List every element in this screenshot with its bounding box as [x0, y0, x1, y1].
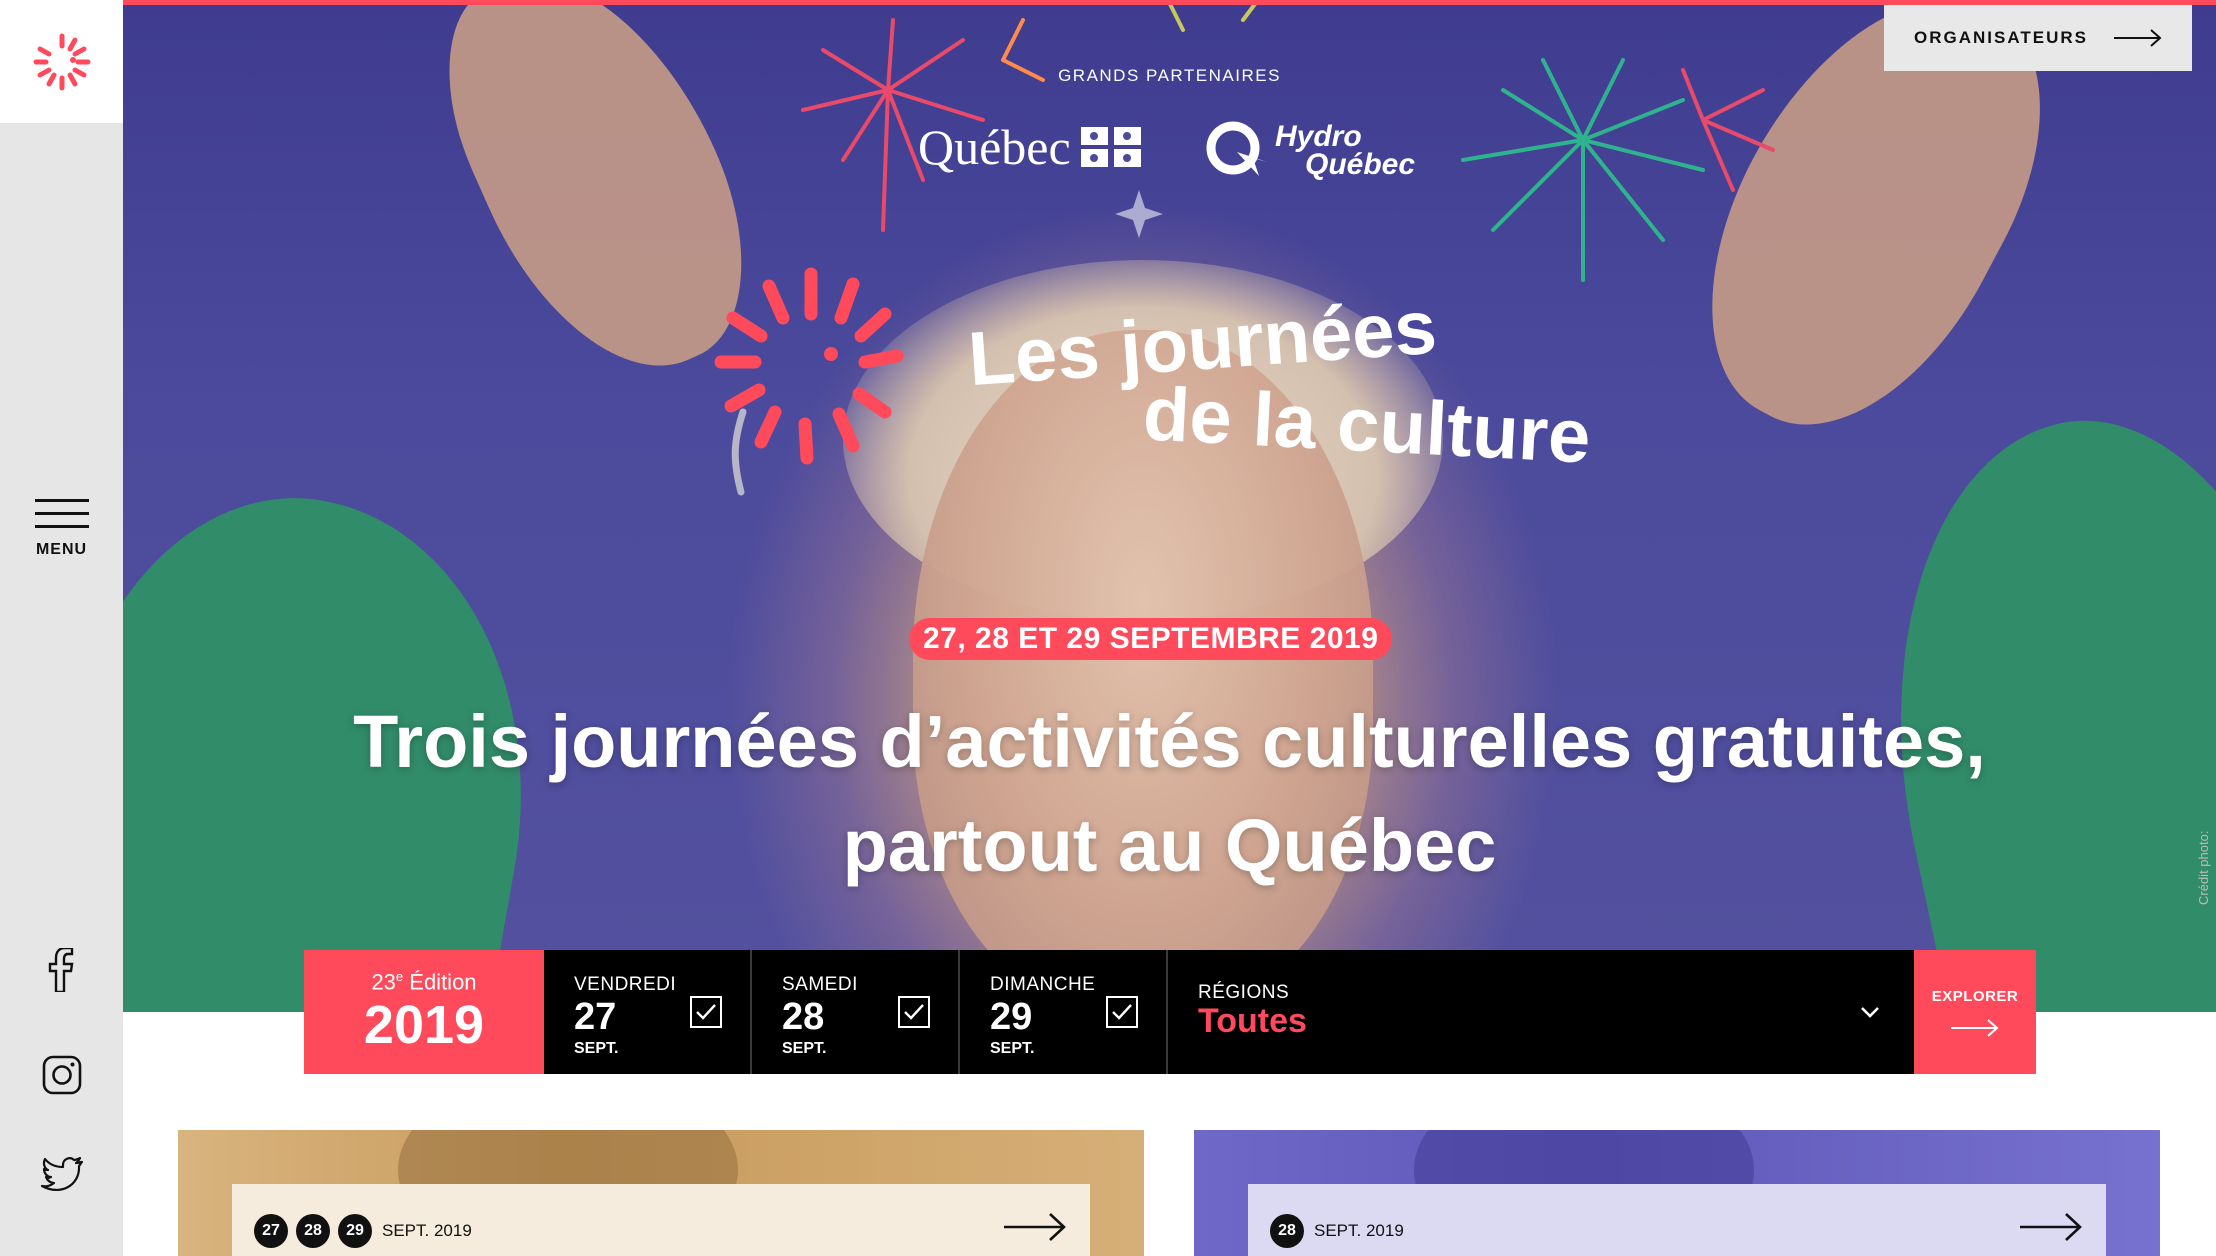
- hero-headline-line1: Trois journées d’activités culturelles g…: [353, 700, 1986, 783]
- arrow-right-icon: [1004, 1213, 1066, 1241]
- date-dot: 28: [296, 1214, 330, 1248]
- day-filter-samedi[interactable]: SAMEDI 28 SEPT.: [752, 950, 960, 1074]
- instagram-icon: [42, 1055, 81, 1095]
- day-month: SEPT.: [782, 1040, 827, 1057]
- hydro-quebec-q-icon: [1206, 121, 1267, 176]
- edition-word: Édition: [403, 969, 477, 995]
- organisateurs-label: ORGANISATEURS: [1914, 28, 2088, 47]
- date-dot: 28: [1270, 1214, 1304, 1248]
- checkmark-icon: [696, 1004, 716, 1020]
- partner-hydro-line1: Hydro: [1275, 120, 1362, 153]
- day-number: 27: [574, 996, 617, 1038]
- checkmark-icon: [904, 1004, 924, 1020]
- sidebar: MENU: [0, 0, 123, 1256]
- regions-value: Toutes: [1198, 1002, 1307, 1040]
- explorer-label: EXPLORER: [1931, 987, 2019, 1005]
- page: MENU GRANDS PARTENAIRES Québec Hydro Qué…: [0, 0, 2216, 1256]
- arrow-right-icon: [2114, 29, 2162, 47]
- day-name: VENDREDI: [574, 974, 677, 995]
- checkmark-icon: [1112, 1004, 1132, 1020]
- twitter-icon: [40, 1157, 83, 1192]
- day-name: DIMANCHE: [990, 974, 1096, 995]
- hero-banner: GRANDS PARTENAIRES Québec Hydro Québec L…: [123, 0, 2216, 1012]
- day-month: SEPT.: [574, 1040, 619, 1057]
- event-dates-badge: 27, 28 ET 29 SEPTEMBRE 2019: [909, 618, 1393, 660]
- menu-label: MENU: [35, 541, 88, 558]
- day-number: 28: [782, 996, 825, 1038]
- regions-label: RÉGIONS: [1198, 982, 1290, 1003]
- date-dot: 27: [254, 1214, 288, 1248]
- card-dates: 27 28 29 SEPT. 2019: [254, 1214, 472, 1248]
- partner-quebec-logo[interactable]: Québec: [918, 118, 1141, 176]
- instagram-link[interactable]: [0, 1045, 123, 1105]
- day-number: 29: [990, 996, 1033, 1038]
- menu-button[interactable]: MENU: [0, 495, 123, 575]
- date-dot: 29: [338, 1214, 372, 1248]
- day-filter-dimanche[interactable]: DIMANCHE 29 SEPT.: [960, 950, 1168, 1074]
- day-month: SEPT.: [990, 1040, 1035, 1057]
- facebook-link[interactable]: [0, 940, 123, 1000]
- partner-quebec-wordmark: Québec: [918, 119, 1071, 175]
- day-checkbox[interactable]: [898, 996, 930, 1028]
- hamburger-icon: [34, 495, 89, 531]
- twitter-link[interactable]: [0, 1145, 123, 1205]
- organisateurs-button[interactable]: ORGANISATEURS: [1884, 5, 2192, 71]
- card-dates: 28 SEPT. 2019: [1270, 1214, 1404, 1248]
- event-card[interactable]: 28 SEPT. 2019: [1194, 1130, 2160, 1256]
- card-info-panel: 27 28 29 SEPT. 2019: [232, 1184, 1090, 1256]
- day-filter-vendredi[interactable]: VENDREDI 27 SEPT.: [544, 950, 752, 1074]
- photo-credit: Crédit photo:: [2196, 830, 2211, 905]
- edition-year: 2019: [363, 995, 485, 1056]
- burst-logo-icon: [33, 33, 90, 90]
- edition-number: 23: [371, 969, 396, 995]
- journees-burst-icon: [714, 267, 904, 496]
- card-date-text: SEPT. 2019: [1314, 1221, 1404, 1240]
- day-checkbox[interactable]: [1106, 996, 1138, 1028]
- site-logo[interactable]: [0, 0, 123, 123]
- partner-hydro-quebec-logo[interactable]: Hydro Québec: [1203, 118, 1415, 184]
- card-date-text: SEPT. 2019: [382, 1221, 472, 1240]
- partner-hydro-line2: Québec: [1305, 148, 1416, 181]
- regions-dropdown[interactable]: RÉGIONS Toutes: [1168, 950, 1914, 1074]
- chevron-down-icon: [1861, 1007, 1879, 1018]
- arrow-right-icon: [2020, 1213, 2082, 1241]
- arrow-right-icon: [1951, 1018, 1999, 1037]
- card-info-panel: 28 SEPT. 2019: [1248, 1184, 2106, 1256]
- day-checkbox[interactable]: [690, 996, 722, 1028]
- edition-label: 23e Édition: [371, 969, 476, 995]
- hero-headline-line2: partout au Québec: [842, 804, 1497, 887]
- event-card[interactable]: 27 28 29 SEPT. 2019: [178, 1130, 1144, 1256]
- hero-headline: Trois journées d’activités culturelles g…: [123, 690, 2216, 898]
- explorer-button[interactable]: EXPLORER: [1914, 950, 2036, 1074]
- day-name: SAMEDI: [782, 974, 858, 995]
- filter-bar: 23e Édition 2019 VENDREDI 27 SEPT. SAMED…: [304, 950, 2036, 1074]
- fleur-de-lis-flag-icon: [1080, 127, 1141, 167]
- facebook-icon: [48, 948, 73, 992]
- edition-block: 23e Édition 2019: [304, 950, 544, 1074]
